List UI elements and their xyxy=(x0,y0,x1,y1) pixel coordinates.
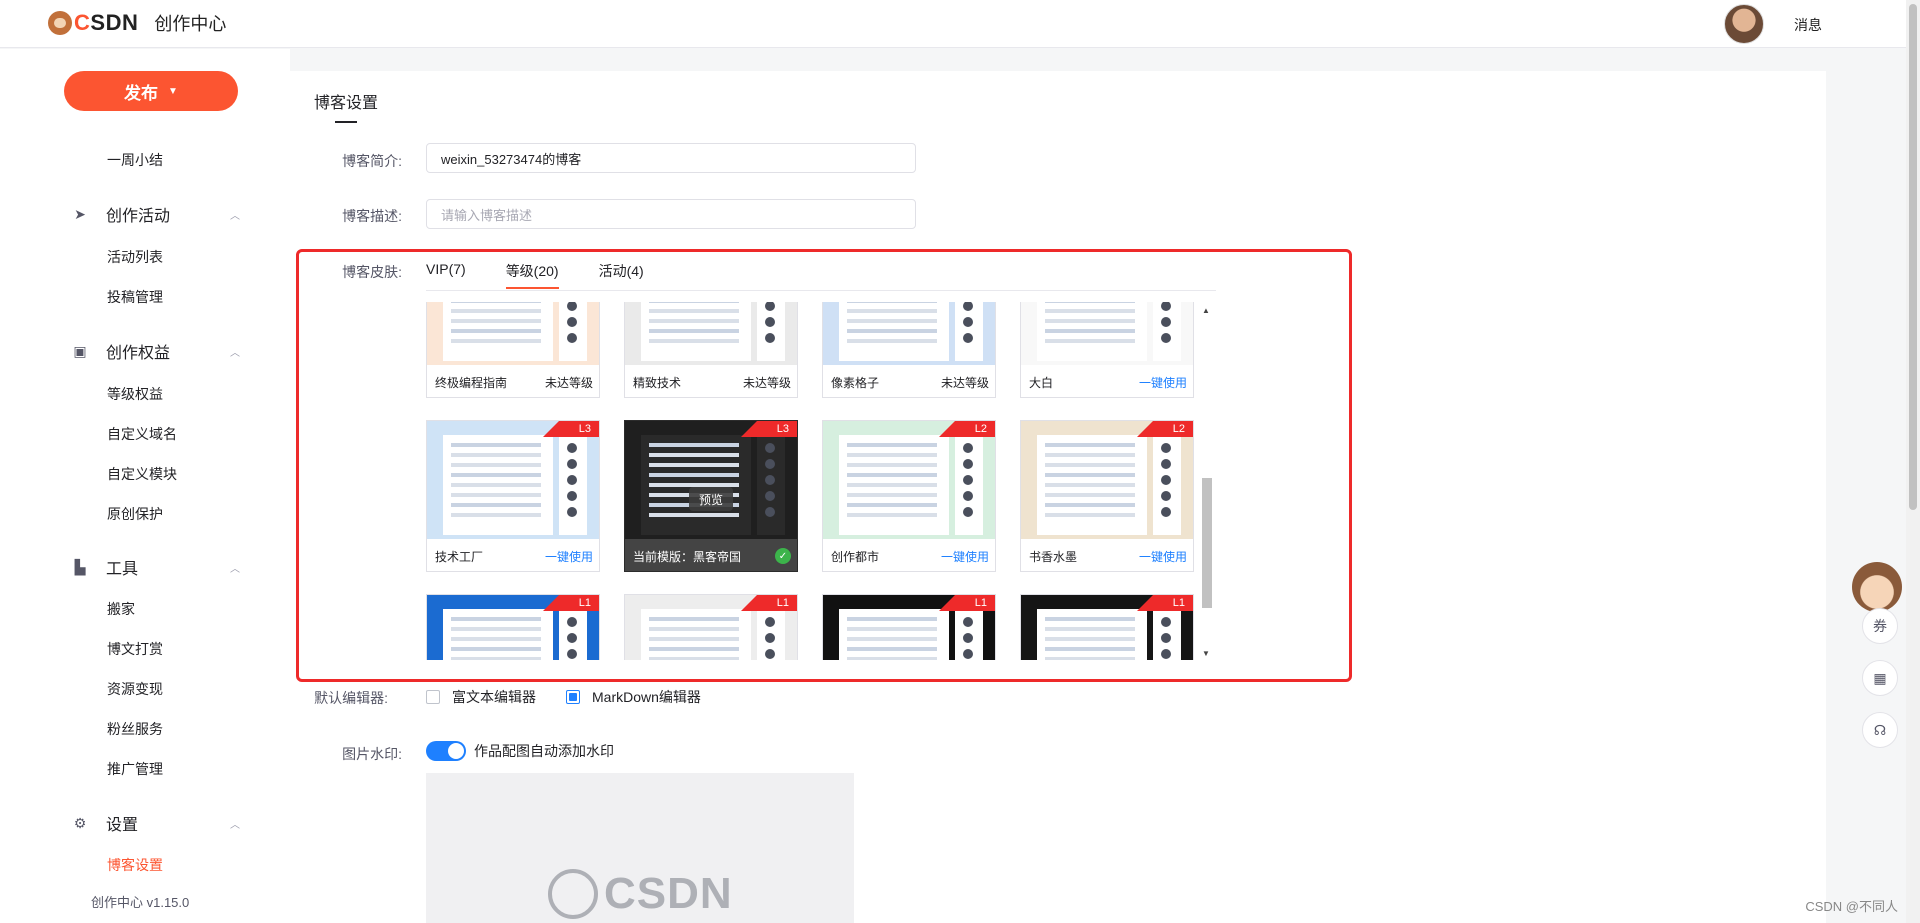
checkbox-checked[interactable] xyxy=(566,690,580,704)
sidebar-item-activity-list[interactable]: 活动列表 xyxy=(107,247,163,267)
blog-intro-input[interactable]: weixin_53273474的博客 xyxy=(426,143,916,173)
watermark-preview: CSDN xyxy=(426,773,854,923)
chevron-down-icon: ▼ xyxy=(168,85,178,97)
messages-link[interactable]: 消息 xyxy=(1794,15,1822,35)
sidebar-item-monetize[interactable]: 资源变现 xyxy=(107,679,163,699)
sidebar-group-label: 创作活动 xyxy=(106,208,171,225)
sidebar-item-submissions[interactable]: 投稿管理 xyxy=(107,287,163,307)
sidebar-group-settings[interactable]: ⚙ 设置 ︿ xyxy=(72,811,240,835)
csdn-mascot-icon xyxy=(548,869,598,919)
page-scrollbar[interactable] xyxy=(1906,0,1920,923)
sidebar: 发布 ▼ 一周小结 ➤ 创作活动 ︿ 活动列表 投稿管理 ▣ 创作权益 ︿ 等级… xyxy=(0,49,290,923)
sidebar-item-original-protection[interactable]: 原创保护 xyxy=(107,504,163,524)
sidebar-group-label: 设置 xyxy=(106,817,139,834)
title-underline xyxy=(335,121,357,123)
sidebar-item-weekly-summary[interactable]: 一周小结 xyxy=(107,150,163,170)
chevron-up-icon: ︿ xyxy=(230,347,240,359)
footer-watermark: CSDN @不同人 xyxy=(1805,899,1898,914)
top-header: CSDN 创作中心 消息 xyxy=(0,0,1920,48)
option-label: 富文本编辑器 xyxy=(452,689,536,705)
blog-desc-input[interactable]: 请输入博客描述 xyxy=(426,199,916,229)
page-scrollbar-thumb[interactable] xyxy=(1909,4,1917,510)
watermark-logo-text: CSDN xyxy=(604,869,733,918)
chevron-up-icon: ︿ xyxy=(230,210,240,222)
option-label: MarkDown编辑器 xyxy=(592,689,701,705)
publish-label: 发布 xyxy=(124,83,159,103)
watermark-logo: CSDN xyxy=(548,869,733,919)
page-title: 博客设置 xyxy=(314,95,379,112)
watermark-toggle[interactable] xyxy=(426,741,466,761)
watermark-toggle-label: 作品配图自动添加水印 xyxy=(474,743,614,759)
logo-subtitle: 创作中心 xyxy=(154,14,227,34)
sidebar-group-label: 创作权益 xyxy=(106,345,171,362)
chevron-up-icon: ︿ xyxy=(230,563,240,575)
coupon-icon[interactable]: 券 xyxy=(1862,608,1898,644)
markdown-editor-option[interactable]: MarkDown编辑器 xyxy=(566,687,701,707)
sidebar-item-level-benefits[interactable]: 等级权益 xyxy=(107,384,163,404)
chevron-up-icon: ︿ xyxy=(230,819,240,831)
mascot-assistant[interactable] xyxy=(1852,562,1902,612)
sidebar-item-custom-module[interactable]: 自定义模块 xyxy=(107,464,177,484)
sidebar-item-promotion[interactable]: 推广管理 xyxy=(107,759,163,779)
rich-text-editor-option[interactable]: 富文本编辑器 xyxy=(426,687,536,707)
logo-text: CSDN xyxy=(74,10,139,35)
stamp-tool-icon: ▙ xyxy=(74,558,86,575)
watermark-option: 作品配图自动添加水印 xyxy=(426,741,614,761)
blog-intro-label: 博客简介: xyxy=(342,153,402,169)
watermark-label: 图片水印: xyxy=(342,746,402,762)
paper-plane-icon: ➤ xyxy=(74,205,86,222)
blog-desc-label: 博客描述: xyxy=(342,208,402,224)
editor-label: 默认编辑器: xyxy=(314,690,388,706)
briefcase-icon: ▣ xyxy=(73,342,87,359)
editor-options: 富文本编辑器 MarkDown编辑器 xyxy=(426,687,731,707)
qr-code-icon[interactable]: ▦ xyxy=(1862,660,1898,696)
sidebar-group-benefits[interactable]: ▣ 创作权益 ︿ xyxy=(72,339,240,363)
csdn-logo[interactable]: CSDN 创作中心 xyxy=(48,10,226,36)
sidebar-group-tools[interactable]: ▙ 工具 ︿ xyxy=(72,555,240,579)
csdn-mascot-icon xyxy=(48,11,72,35)
headset-icon[interactable]: ☊ xyxy=(1862,712,1898,748)
sidebar-item-blog-settings[interactable]: 博客设置 xyxy=(107,855,163,875)
sidebar-group-activities[interactable]: ➤ 创作活动 ︿ xyxy=(72,202,240,226)
sidebar-item-move[interactable]: 搬家 xyxy=(107,599,135,619)
version-text: 创作中心 v1.15.0 xyxy=(91,895,190,910)
sidebar-item-custom-domain[interactable]: 自定义域名 xyxy=(107,424,177,444)
sidebar-item-fan-service[interactable]: 粉丝服务 xyxy=(107,719,163,739)
sidebar-group-label: 工具 xyxy=(106,561,139,578)
sidebar-item-tipping[interactable]: 博文打赏 xyxy=(107,639,163,659)
checkbox[interactable] xyxy=(426,690,440,704)
publish-button[interactable]: 发布 ▼ xyxy=(64,71,238,111)
annotation-highlight-box xyxy=(296,249,1352,682)
user-avatar[interactable] xyxy=(1724,4,1764,44)
gear-icon: ⚙ xyxy=(73,814,87,831)
